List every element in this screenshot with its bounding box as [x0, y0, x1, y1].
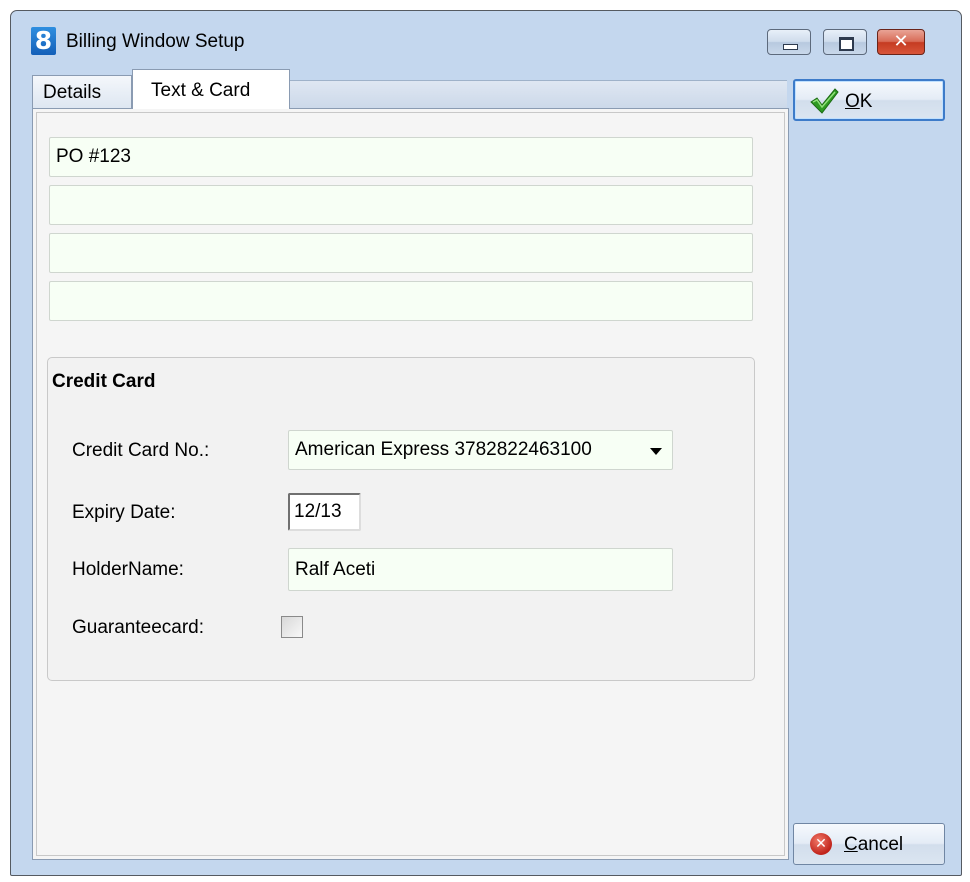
text-line-4-input[interactable]: [49, 281, 753, 321]
minimize-button[interactable]: [767, 29, 811, 55]
holder-name-input[interactable]: Ralf Aceti: [288, 548, 673, 591]
credit-card-group: Credit Card Credit Card No.: American Ex…: [47, 357, 755, 681]
maximize-icon: [839, 37, 854, 51]
cancel-icon: ✕: [810, 833, 832, 855]
ok-button[interactable]: OK: [793, 79, 945, 121]
app-logo-icon: 8: [31, 27, 56, 55]
guarantee-card-label: Guaranteecard:: [72, 617, 205, 638]
cancel-button-label: Cancel: [844, 834, 904, 855]
tab-content-panel: PO #123 Credit Card Credit Card No.: Ame…: [32, 108, 789, 860]
text-line-3-input[interactable]: [49, 233, 753, 273]
text-line-2-input[interactable]: [49, 185, 753, 225]
tab-strip-filler: [290, 80, 787, 109]
billing-window: 8 Billing Window Setup ✕ Details Text & …: [10, 10, 962, 876]
close-icon: ✕: [893, 31, 909, 52]
close-button[interactable]: ✕: [877, 29, 925, 55]
tab-strip: Details Text & Card: [22, 64, 787, 109]
tab-content-inner: PO #123 Credit Card Credit Card No.: Ame…: [36, 112, 785, 856]
credit-card-group-title: Credit Card: [52, 371, 156, 392]
expiry-date-input[interactable]: 12/13: [288, 493, 361, 531]
card-number-select[interactable]: American Express 3782822463100: [288, 430, 673, 470]
ok-button-label: OK: [845, 91, 873, 112]
tab-text-and-card[interactable]: Text & Card: [132, 69, 290, 109]
chevron-down-icon[interactable]: [650, 448, 662, 455]
tab-details[interactable]: Details: [32, 75, 132, 109]
cancel-button[interactable]: ✕ Cancel: [793, 823, 945, 865]
expiry-date-label: Expiry Date:: [72, 502, 176, 523]
maximize-button[interactable]: [823, 29, 867, 55]
card-number-label: Credit Card No.:: [72, 440, 210, 461]
guarantee-card-checkbox[interactable]: [281, 616, 303, 638]
holder-name-label: HolderName:: [72, 559, 184, 580]
window-title: Billing Window Setup: [66, 31, 245, 52]
card-number-value: American Express 3782822463100: [295, 439, 592, 460]
checkmark-icon: [810, 88, 839, 114]
text-line-1-input[interactable]: PO #123: [49, 137, 753, 177]
minimize-icon: [783, 44, 798, 50]
